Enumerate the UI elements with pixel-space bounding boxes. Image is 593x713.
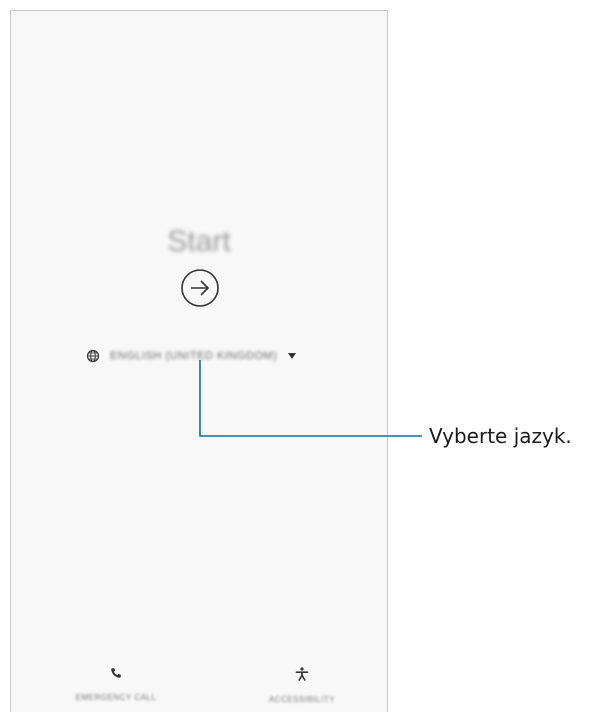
accessibility-label: ACCESSIBILITY bbox=[268, 695, 336, 704]
start-button[interactable] bbox=[180, 268, 220, 308]
accessibility-button[interactable]: ACCESSIBILITY bbox=[237, 667, 367, 707]
phone-screen: Start ENGLISH (UNITED KINGDOM) EMERGENCY… bbox=[10, 10, 388, 712]
phone-icon bbox=[111, 668, 121, 678]
callout-label: Vyberte jazyk. bbox=[429, 424, 572, 448]
start-title: Start bbox=[167, 225, 231, 258]
triangle-down-icon bbox=[288, 353, 297, 359]
emergency-call-label: EMERGENCY CALL bbox=[75, 693, 157, 702]
language-selector[interactable]: ENGLISH (UNITED KINGDOM) bbox=[86, 346, 297, 366]
accessibility-icon bbox=[295, 667, 309, 681]
globe-icon bbox=[86, 349, 100, 363]
emergency-call-button[interactable]: EMERGENCY CALL bbox=[51, 667, 181, 705]
arrow-right-circle-icon bbox=[181, 269, 219, 307]
language-label: ENGLISH (UNITED KINGDOM) bbox=[110, 350, 278, 362]
